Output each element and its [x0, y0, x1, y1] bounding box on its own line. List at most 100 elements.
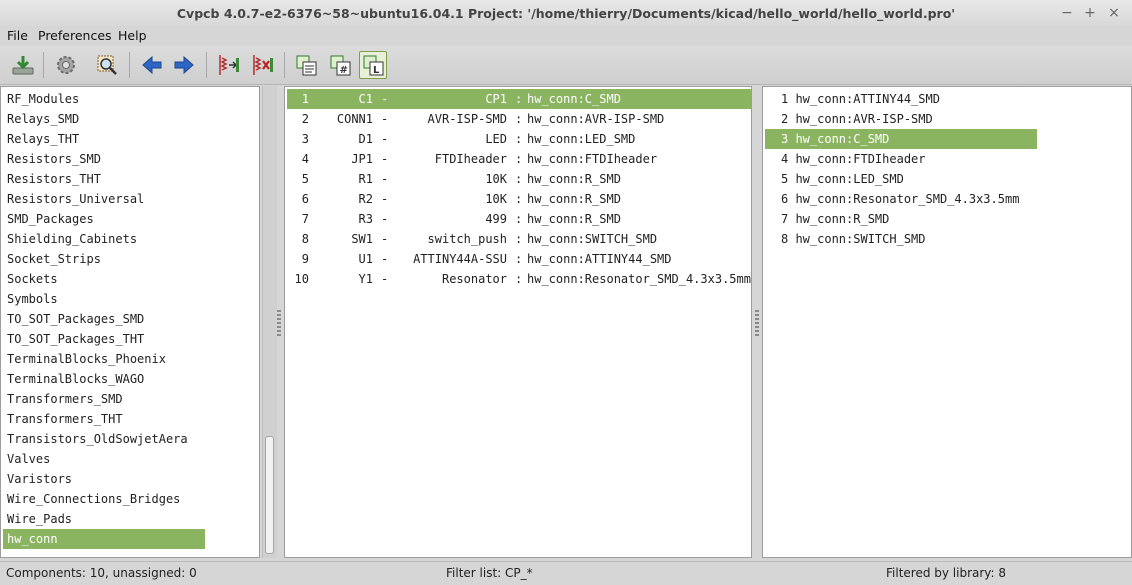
- footprint-item[interactable]: 5 hw_conn:LED_SMD: [765, 169, 904, 189]
- previous-icon[interactable]: [138, 51, 166, 79]
- component-row[interactable]: 1 C1- CP1: hw_conn:C_SMD: [287, 89, 751, 109]
- component-ref: U1: [358, 252, 373, 266]
- library-list[interactable]: RF_Modules Relays_SMD Relays_THT Resistors_…: [0, 86, 260, 558]
- component-value: CP1: [485, 92, 507, 106]
- library-item[interactable]: Transformers_THT: [3, 409, 123, 429]
- library-item[interactable]: TO_SOT_Packages_SMD: [3, 309, 144, 329]
- splitter-left[interactable]: [277, 310, 281, 336]
- component-ref: Y1: [358, 272, 373, 286]
- save-icon[interactable]: [9, 51, 37, 79]
- splitter-right[interactable]: [755, 310, 759, 336]
- menu-help[interactable]: Help: [118, 28, 147, 43]
- library-item[interactable]: hw_conn: [3, 529, 205, 549]
- component-colon: :: [515, 272, 523, 286]
- component-footprint: hw_conn:R_SMD: [527, 172, 621, 186]
- component-footprint: hw_conn:FTDIheader: [527, 152, 658, 166]
- library-item[interactable]: Varistors: [3, 469, 72, 489]
- component-colon: :: [515, 112, 523, 126]
- status-filtered: Filtered by library: 8: [886, 566, 1007, 580]
- library-item[interactable]: TerminalBlocks_WAGO: [3, 369, 144, 389]
- component-colon: :: [515, 92, 523, 106]
- filter-library-icon[interactable]: L: [359, 51, 387, 79]
- menu-preferences[interactable]: Preferences: [38, 28, 112, 43]
- component-value: ATTINY44A-SSU: [413, 252, 507, 266]
- library-item[interactable]: TerminalBlocks_Phoenix: [3, 349, 166, 369]
- auto-associate-icon[interactable]: [215, 51, 243, 79]
- footprint-item[interactable]: 6 hw_conn:Resonator_SMD_4.3x3.5mm: [765, 189, 1019, 209]
- library-item[interactable]: Wire_Connections_Bridges: [3, 489, 180, 509]
- library-item[interactable]: Resistors_THT: [3, 169, 101, 189]
- view-footprint-icon[interactable]: [93, 51, 121, 79]
- component-footprint: hw_conn:Resonator_SMD_4.3x3.5mm: [527, 272, 751, 286]
- component-num: 10: [294, 272, 309, 286]
- settings-icon[interactable]: [52, 51, 80, 79]
- maximize-icon[interactable]: +: [1081, 4, 1099, 22]
- library-item[interactable]: Transistors_OldSowjetAera: [3, 429, 188, 449]
- component-row[interactable]: 9 U1- ATTINY44A-SSU: hw_conn:ATTINY44_SMD: [287, 249, 751, 269]
- component-row[interactable]: 5 R1- 10K: hw_conn:R_SMD: [287, 169, 751, 189]
- component-value: Resonator: [441, 272, 507, 286]
- component-row[interactable]: 3 D1- LED: hw_conn:LED_SMD: [287, 129, 751, 149]
- library-item[interactable]: RF_Modules: [3, 89, 79, 109]
- delete-associations-icon[interactable]: [249, 51, 277, 79]
- component-value: LED: [485, 132, 507, 146]
- footprint-list[interactable]: 1 hw_conn:ATTINY44_SMD 2 hw_conn:AVR-ISP-…: [762, 86, 1132, 558]
- component-list[interactable]: 1 C1- CP1: hw_conn:C_SMD 2 CONN1- AVR-ISP-SMD:…: [284, 86, 752, 558]
- component-ref: D1: [358, 132, 373, 146]
- component-value: FTDIheader: [434, 152, 507, 166]
- minimize-icon[interactable]: −: [1058, 4, 1076, 22]
- component-row[interactable]: 7 R3- 499: hw_conn:R_SMD: [287, 209, 751, 229]
- component-row[interactable]: 6 R2- 10K: hw_conn:R_SMD: [287, 189, 751, 209]
- component-ref: R3: [358, 212, 373, 226]
- library-item[interactable]: Resistors_SMD: [3, 149, 101, 169]
- library-item[interactable]: Wire_Pads: [3, 509, 72, 529]
- title-bar[interactable]: Cvpcb 4.0.7-e2-6376~58~ubuntu16.04.1 Pro…: [0, 0, 1132, 26]
- library-item[interactable]: Sockets: [3, 269, 58, 289]
- library-item[interactable]: Valves: [3, 449, 50, 469]
- status-components: Components: 10, unassigned: 0: [6, 566, 197, 580]
- component-ref: CONN1: [336, 112, 373, 126]
- component-row[interactable]: 4 JP1- FTDIheader: hw_conn:FTDIheader: [287, 149, 751, 169]
- component-colon: :: [515, 132, 523, 146]
- component-footprint: hw_conn:ATTINY44_SMD: [527, 252, 672, 266]
- component-footprint: hw_conn:SWITCH_SMD: [527, 232, 658, 246]
- filter-pin-count-icon[interactable]: #: [326, 51, 354, 79]
- component-sep: -: [381, 172, 389, 186]
- library-item[interactable]: Socket_Strips: [3, 249, 101, 269]
- component-row[interactable]: 10 Y1- Resonator: hw_conn:Resonator_SMD_4.3…: [287, 269, 751, 289]
- library-item[interactable]: Resistors_Universal: [3, 189, 144, 209]
- component-num: 4: [301, 152, 309, 166]
- library-item[interactable]: Shielding_Cabinets: [3, 229, 137, 249]
- footprint-item[interactable]: 1 hw_conn:ATTINY44_SMD: [765, 89, 940, 109]
- library-item[interactable]: TO_SOT_Packages_THT: [3, 329, 144, 349]
- close-icon[interactable]: ×: [1105, 4, 1123, 22]
- footprint-item[interactable]: 7 hw_conn:R_SMD: [765, 209, 889, 229]
- library-item[interactable]: Relays_THT: [3, 129, 79, 149]
- footprint-item[interactable]: 4 hw_conn:FTDIheader: [765, 149, 926, 169]
- component-sep: -: [381, 252, 389, 266]
- cvpcb-window: Cvpcb 4.0.7-e2-6376~58~ubuntu16.04.1 Pro…: [0, 0, 1132, 585]
- library-item[interactable]: Relays_SMD: [3, 109, 79, 129]
- library-scrollbar[interactable]: [262, 86, 277, 558]
- filter-keywords-icon[interactable]: [292, 51, 320, 79]
- library-item[interactable]: SMD_Packages: [3, 209, 94, 229]
- component-row[interactable]: 2 CONN1- AVR-ISP-SMD: hw_conn:AVR-ISP-SMD: [287, 109, 751, 129]
- component-colon: :: [515, 252, 523, 266]
- component-value: 10K: [485, 192, 507, 206]
- footprint-item[interactable]: 8 hw_conn:SWITCH_SMD: [765, 229, 926, 249]
- component-row[interactable]: 8 SW1- switch_push: hw_conn:SWITCH_SMD: [287, 229, 751, 249]
- component-sep: -: [381, 232, 389, 246]
- menu-bar: File Preferences Help: [0, 26, 1132, 46]
- library-item[interactable]: Symbols: [3, 289, 58, 309]
- component-num: 5: [301, 172, 309, 186]
- component-colon: :: [515, 152, 523, 166]
- library-item[interactable]: Transformers_SMD: [3, 389, 123, 409]
- footprint-item[interactable]: 3 hw_conn:C_SMD: [765, 129, 1037, 149]
- next-icon[interactable]: [170, 51, 198, 79]
- menu-file[interactable]: File: [7, 28, 28, 43]
- component-sep: -: [381, 152, 389, 166]
- footprint-item[interactable]: 2 hw_conn:AVR-ISP-SMD: [765, 109, 933, 129]
- component-footprint: hw_conn:LED_SMD: [527, 132, 636, 146]
- scrollbar-thumb[interactable]: [265, 436, 274, 554]
- component-num: 6: [301, 192, 309, 206]
